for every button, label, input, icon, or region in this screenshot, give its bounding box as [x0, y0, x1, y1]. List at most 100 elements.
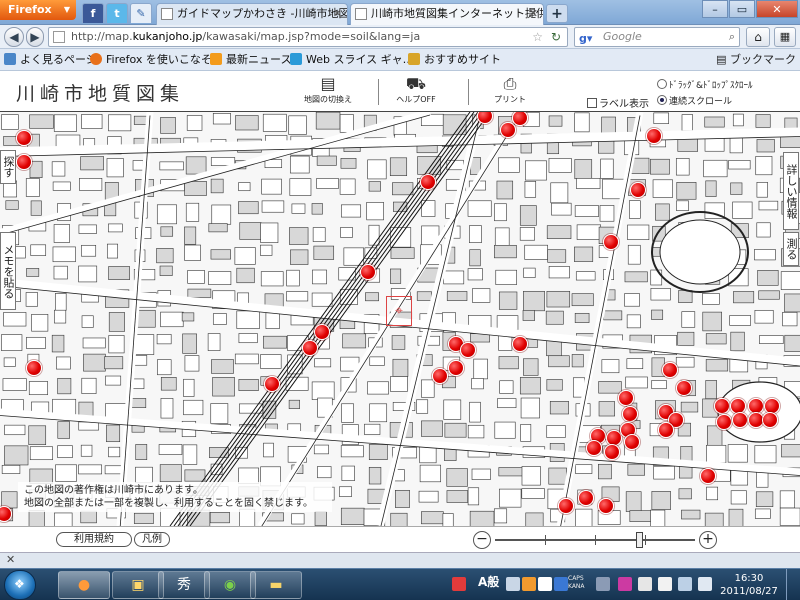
memo-side-tab[interactable]: メモを貼る — [0, 232, 16, 310]
search-icon[interactable]: ⌕ — [729, 28, 735, 46]
help-icon[interactable] — [554, 577, 568, 591]
borehole-marker[interactable] — [432, 368, 448, 384]
terms-of-use-button[interactable]: 利用規約 — [56, 532, 132, 547]
label-display-checkbox[interactable]: ラベル表示 — [587, 95, 649, 110]
search-side-tab[interactable]: 探す — [0, 150, 16, 184]
tray-app-icon[interactable] — [452, 577, 466, 591]
borehole-marker[interactable] — [700, 468, 716, 484]
borehole-marker[interactable] — [500, 122, 516, 138]
borehole-marker[interactable] — [630, 182, 646, 198]
home-button[interactable]: ⌂ — [746, 27, 770, 47]
close-icon[interactable]: ✕ — [333, 4, 342, 24]
taskbar-explorer[interactable]: ▬ — [250, 571, 302, 599]
close-icon[interactable]: ✕ — [6, 553, 15, 566]
taskbar-evernote[interactable]: ◉ — [204, 571, 256, 599]
borehole-marker[interactable] — [716, 414, 732, 430]
new-tab-button[interactable]: + — [546, 4, 568, 23]
borehole-marker[interactable] — [622, 406, 638, 422]
map-canvas[interactable]: ⌖ 探す メモを貼る 詳しい情報 測る この地図の著作権は川崎市にあります。 地… — [0, 112, 800, 526]
borehole-marker[interactable] — [16, 130, 32, 146]
borehole-marker[interactable] — [420, 174, 436, 190]
map-switch-button[interactable]: ▤ 地図の切換え — [296, 74, 360, 105]
details-side-tab[interactable]: 詳しい情報 — [783, 152, 799, 230]
borehole-marker[interactable] — [512, 336, 528, 352]
zoom-slider-thumb[interactable] — [636, 532, 643, 548]
show-desktop-button[interactable] — [786, 569, 800, 600]
tray-app-icon[interactable] — [538, 577, 552, 591]
zoom-in-button[interactable]: + — [699, 531, 717, 549]
borehole-marker[interactable] — [618, 390, 634, 406]
bookmark-web-slice[interactable]: Web スライス ギャ… — [290, 52, 414, 68]
start-button[interactable]: ❖ — [4, 570, 36, 600]
edit-icon[interactable]: ✎ — [130, 3, 152, 23]
forward-button[interactable]: ▶ — [26, 27, 44, 47]
addon-button[interactable]: ▦ — [774, 27, 796, 47]
continuous-scroll-radio[interactable]: 連続スクロール — [657, 94, 732, 107]
borehole-marker[interactable] — [624, 434, 640, 450]
twitter-icon[interactable]: t — [106, 3, 128, 23]
legend-button[interactable]: 凡例 — [134, 532, 170, 547]
borehole-marker[interactable] — [604, 444, 620, 460]
borehole-marker[interactable] — [360, 264, 376, 280]
borehole-marker[interactable] — [448, 360, 464, 376]
system-clock[interactable]: 16:30 2011/08/27 — [718, 572, 780, 598]
borehole-marker[interactable] — [662, 362, 678, 378]
bookmark-frequent[interactable]: よく見るページ — [4, 52, 97, 68]
reload-icon[interactable]: ↻ — [551, 28, 561, 46]
taskbar-firefox[interactable]: ● — [58, 571, 110, 599]
borehole-marker[interactable] — [16, 154, 32, 170]
print-button[interactable]: ⎙ プリント — [478, 74, 542, 105]
borehole-marker[interactable] — [302, 340, 318, 356]
maximize-button[interactable]: ▭ — [729, 0, 755, 18]
ime-indicator[interactable]: A般 — [478, 573, 499, 590]
radio-dot[interactable] — [657, 95, 667, 105]
taskbar-shop[interactable]: ▣ — [112, 571, 164, 599]
tab-geology-map[interactable]: 川崎市地質図集インターネット提供… ✕ — [350, 3, 544, 25]
borehole-marker[interactable] — [314, 324, 330, 340]
borehole-marker[interactable] — [460, 342, 476, 358]
borehole-marker[interactable] — [658, 422, 674, 438]
borehole-marker[interactable] — [646, 128, 662, 144]
bookmark-recommended[interactable]: おすすめサイト — [408, 52, 501, 68]
borehole-marker[interactable] — [598, 498, 614, 514]
tray-app-icon[interactable] — [596, 577, 610, 591]
minimize-button[interactable]: – — [702, 0, 728, 18]
facebook-icon[interactable]: f — [82, 3, 104, 23]
borehole-marker[interactable] — [603, 234, 619, 250]
radio-dot[interactable] — [657, 79, 667, 89]
borehole-marker[interactable] — [26, 360, 42, 376]
search-input[interactable]: g▾ Google ⌕ — [574, 27, 740, 47]
tray-app-icon[interactable] — [638, 577, 652, 591]
google-icon[interactable]: g▾ — [579, 30, 592, 48]
firefox-menu-button[interactable]: Firefox ▼ — [0, 0, 76, 20]
borehole-marker[interactable] — [762, 412, 778, 428]
tab-guide-map[interactable]: ガイドマップかわさき -川崎市地図… ✕ — [156, 3, 348, 25]
tray-app-icon[interactable] — [618, 577, 632, 591]
bookmark-star-icon[interactable]: ☆ — [532, 28, 543, 46]
action-center-flag-icon[interactable] — [658, 577, 672, 591]
checkbox-box[interactable] — [587, 98, 597, 108]
network-icon[interactable] — [678, 577, 692, 591]
help-off-button[interactable]: ⛟ ヘルプOFF — [384, 74, 448, 105]
measure-side-tab[interactable]: 測る — [783, 232, 799, 266]
close-icon[interactable]: ✕ — [529, 4, 538, 24]
borehole-marker[interactable] — [732, 412, 748, 428]
borehole-marker[interactable] — [586, 440, 602, 456]
volume-icon[interactable] — [698, 577, 712, 591]
tray-tool-icon[interactable] — [506, 577, 520, 591]
close-window-button[interactable]: ✕ — [756, 0, 798, 18]
borehole-marker[interactable] — [676, 380, 692, 396]
bookmark-latest-news[interactable]: 最新ニュース — [210, 52, 291, 68]
zoom-out-button[interactable]: − — [473, 531, 491, 549]
bookmark-firefox-tips[interactable]: Firefox を使いこなそう — [90, 52, 223, 68]
borehole-marker[interactable] — [714, 398, 730, 414]
bookmarks-menu-button[interactable]: ▤ ブックマーク — [716, 52, 796, 68]
taskbar-hide-app[interactable]: 秀 — [158, 571, 210, 599]
url-input[interactable]: http://map.kukanjoho.jp/kawasaki/map.jsp… — [48, 27, 568, 47]
drag-scroll-radio[interactable]: ﾄﾞﾗｯｸﾞ&ﾄﾞﾛｯﾌﾟｽｸﾛｰﾙ — [657, 78, 753, 91]
borehole-marker[interactable] — [264, 376, 280, 392]
tray-app-icon[interactable] — [522, 577, 536, 591]
back-button[interactable]: ◀ — [4, 27, 24, 47]
borehole-marker[interactable] — [578, 490, 594, 506]
borehole-marker[interactable] — [558, 498, 574, 514]
